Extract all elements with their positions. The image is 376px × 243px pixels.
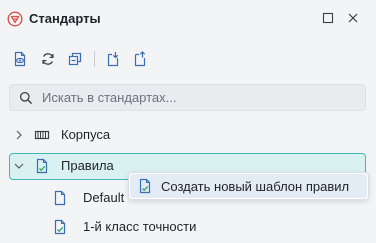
create-rule-template-menu-item[interactable]: Создать новый шаблон правил bbox=[130, 174, 367, 198]
tree-item-accuracy-class[interactable]: 1-й класс точности bbox=[52, 216, 352, 240]
search-icon bbox=[19, 91, 33, 105]
import-standard-button[interactable] bbox=[102, 48, 124, 70]
close-icon[interactable] bbox=[345, 10, 361, 26]
rule-template-icon bbox=[54, 219, 66, 235]
search-input[interactable] bbox=[42, 88, 352, 107]
export-standard-button[interactable] bbox=[129, 48, 151, 70]
restore-icon[interactable] bbox=[320, 10, 336, 26]
toolbar-separator bbox=[94, 51, 95, 67]
tree-item-label: Правила bbox=[61, 158, 114, 173]
rules-document-icon bbox=[36, 158, 48, 174]
tree-item-korpusa[interactable]: Корпуса bbox=[9, 122, 366, 149]
search-box bbox=[9, 84, 366, 111]
refresh-button[interactable] bbox=[37, 48, 59, 70]
title-bar: Стандарты bbox=[0, 0, 376, 38]
document-import-icon bbox=[107, 52, 119, 67]
menu-item-label: Создать новый шаблон правил bbox=[161, 179, 350, 194]
toolbar bbox=[0, 44, 376, 74]
tree-item-label: 1-й класс точности bbox=[83, 219, 197, 234]
context-menu: Создать новый шаблон правил bbox=[128, 172, 369, 200]
chevron-right-icon[interactable] bbox=[14, 130, 24, 140]
app-logo-icon bbox=[7, 11, 23, 27]
document-export-icon bbox=[134, 51, 146, 67]
collapse-all-icon bbox=[68, 52, 82, 66]
new-rule-template-icon bbox=[139, 178, 151, 194]
housing-icon bbox=[34, 130, 50, 140]
rule-template-icon bbox=[54, 190, 66, 206]
refresh-icon bbox=[42, 53, 54, 65]
document-view-icon bbox=[14, 51, 26, 67]
tree-item-label: Default bbox=[83, 190, 125, 205]
chevron-down-icon[interactable] bbox=[14, 161, 24, 171]
window-title: Стандарты bbox=[29, 11, 101, 26]
tree-item-label: Корпуса bbox=[61, 127, 111, 142]
collapse-all-button[interactable] bbox=[64, 48, 86, 70]
standards-panel: Стандарты Искать в стандартах... Корпуса… bbox=[0, 0, 376, 243]
view-standard-button[interactable] bbox=[9, 48, 31, 70]
